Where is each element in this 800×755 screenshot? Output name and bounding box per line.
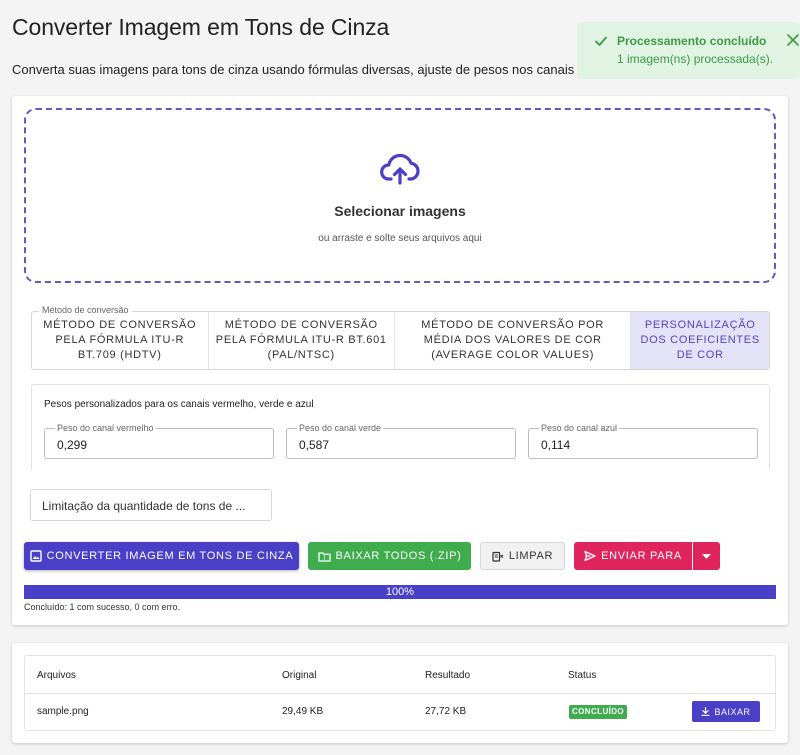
dropzone-hint: ou arraste e solte seus arquivos aqui [318, 233, 482, 244]
download-file-label: BAIXAR [714, 706, 751, 717]
convert-button-label: CONVERTER IMAGEM EM TONS DE CINZA [46, 550, 294, 562]
file-name: sample.png [37, 706, 89, 717]
progress-label: 100% [385, 586, 415, 598]
clear-button-label: LIMPAR [508, 550, 554, 562]
column-header-result: Resultado [425, 670, 471, 681]
check-icon [595, 36, 607, 46]
green-weight-label: Peso do canal verde [297, 423, 384, 433]
status-badge: CONCLUÍDO [569, 705, 628, 719]
red-weight-value: 0,299 [57, 438, 88, 452]
page-title: Converter Imagem em Tons de Cinza [12, 14, 390, 40]
clear-button[interactable]: LIMPAR [480, 542, 565, 570]
close-icon[interactable] [786, 33, 800, 47]
header-divider [25, 693, 775, 694]
conversion-method-selector: MÉTODO DE CONVERSÃO PELA FÓRMULA ITU-R B… [31, 311, 770, 370]
image-dropzone[interactable]: Selecionar imagens ou arraste e solte se… [24, 108, 776, 283]
blue-weight-label: Peso do canal azul [539, 423, 620, 433]
blue-weight-value: 0,114 [541, 438, 571, 452]
download-icon [701, 707, 711, 716]
conversion-method-legend: Método de conversão [39, 305, 132, 315]
image-icon [29, 550, 42, 562]
send-icon [584, 550, 596, 562]
files-table: Arquivos Original Resultado Status sampl… [24, 655, 776, 731]
column-header-files: Arquivos [37, 670, 76, 681]
files-card: Arquivos Original Resultado Status sampl… [12, 643, 788, 743]
converter-card: Selecionar imagens ou arraste e solte se… [12, 96, 788, 625]
progress-status: Concluído: 1 com sucesso, 0 com erro. [24, 602, 181, 612]
success-toast: Processamento concluído 1 imagem(ns) pro… [577, 22, 800, 79]
toast-message: 1 imagem(ns) processada(s). [617, 52, 774, 66]
file-original-size: 29,49 KB [282, 706, 324, 717]
red-weight-field[interactable]: Peso do canal vermelho 0,299 [44, 423, 274, 459]
download-all-label: BAIXAR TODOS (.ZIP) [335, 550, 462, 562]
clear-list-icon [492, 551, 504, 562]
column-header-original: Original [282, 670, 317, 681]
caret-down-icon [702, 553, 711, 559]
send-to-button[interactable]: ENVIAR PARA [574, 542, 692, 570]
cloud-upload-icon [380, 153, 420, 185]
toast-title: Processamento concluído [617, 34, 767, 48]
download-file-button[interactable]: BAIXAR [692, 701, 760, 722]
tab-method-bt601[interactable]: MÉTODO DE CONVERSÃO PELA FÓRMULA ITU-R B… [209, 312, 396, 369]
download-all-button[interactable]: BAIXAR TODOS (.ZIP) [308, 542, 471, 570]
file-result-size: 27,72 KB [425, 706, 467, 717]
gray-levels-limit-select[interactable]: Limitação da quantidade de tons de ... [30, 489, 272, 521]
send-to-menu-button[interactable] [693, 542, 720, 570]
tab-method-bt709[interactable]: MÉTODO DE CONVERSÃO PELA FÓRMULA ITU-R B… [32, 312, 209, 369]
folder-zip-icon [317, 551, 331, 562]
column-header-status: Status [568, 670, 597, 681]
green-weight-field[interactable]: Peso do canal verde 0,587 [286, 423, 516, 459]
tab-method-custom[interactable]: PERSONALIZAÇÃO DOS COEFICIENTES DE COR [631, 312, 769, 369]
green-weight-value: 0,587 [299, 438, 330, 452]
convert-button[interactable]: CONVERTER IMAGEM EM TONS DE CINZA [24, 542, 299, 570]
blue-weight-field[interactable]: Peso do canal azul 0,114 [528, 423, 758, 459]
custom-weights-panel: Pesos personalizados para os canais verm… [31, 384, 770, 470]
weights-title: Pesos personalizados para os canais verm… [44, 399, 314, 410]
red-weight-label: Peso do canal vermelho [55, 423, 156, 433]
tab-method-average[interactable]: MÉTODO DE CONVERSÃO POR MÉDIA DOS VALORE… [395, 312, 632, 369]
progress-bar: 100% [24, 585, 776, 599]
dropzone-title: Selecionar imagens [334, 203, 466, 219]
send-to-label: ENVIAR PARA [601, 550, 682, 562]
